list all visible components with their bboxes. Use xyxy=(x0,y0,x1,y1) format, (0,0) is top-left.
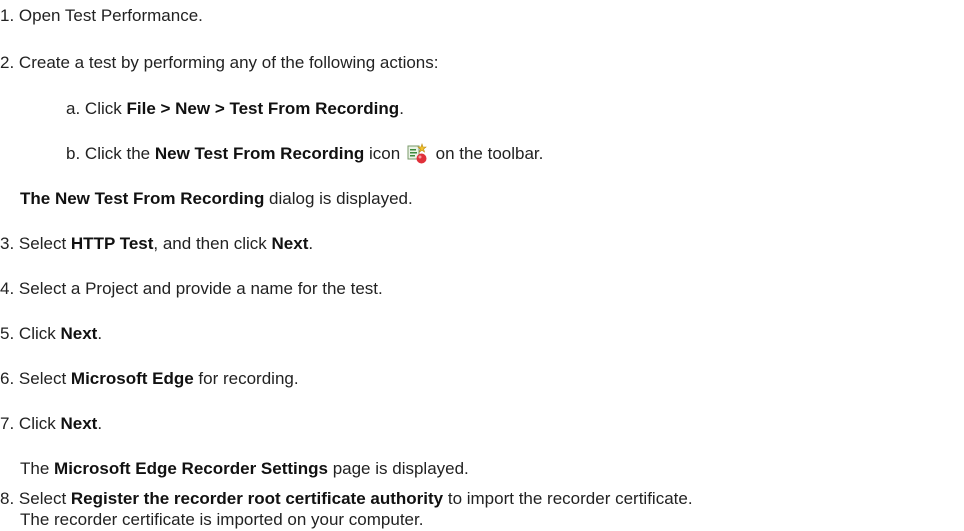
dialog-name: The New Test From Recording xyxy=(20,189,265,208)
substep-text-post: . xyxy=(399,99,404,118)
step-4: 4. Select a Project and provide a name f… xyxy=(0,278,383,300)
note-text: dialog is displayed. xyxy=(264,189,413,208)
step-7-note: The Microsoft Edge Recorder Settings pag… xyxy=(20,458,469,480)
step-text-pre: Select xyxy=(18,489,71,508)
button-name: Next xyxy=(60,324,98,343)
step-text-pre: Select xyxy=(18,369,71,388)
option-name: HTTP Test xyxy=(70,234,154,253)
menu-path: File > New > Test From Recording xyxy=(126,99,400,118)
step-text-pre: Click xyxy=(18,324,61,343)
step-text-pre: Select xyxy=(18,234,71,253)
step-5: 5. Click Next. xyxy=(0,323,102,345)
step-8-note: The recorder certificate is imported on … xyxy=(20,509,423,531)
step-2b: b. Click the New Test From Recording ico… xyxy=(66,143,543,165)
step-text: Select a Project and provide a name for … xyxy=(18,279,383,298)
step-number: 4. xyxy=(0,279,15,298)
page-name: Microsoft Edge Recorder Settings xyxy=(54,459,328,478)
new-test-from-recording-icon xyxy=(407,143,429,165)
step-text-post: . xyxy=(97,324,103,343)
step-text-post: . xyxy=(308,234,314,253)
browser-name: Microsoft Edge xyxy=(70,369,194,388)
step-number: 1. xyxy=(0,6,15,25)
substep-letter: a. xyxy=(66,99,81,118)
step-8: 8. Select Register the recorder root cer… xyxy=(0,488,693,510)
substep-text-post: on the toolbar. xyxy=(430,144,544,163)
button-name: Next xyxy=(60,414,98,433)
step-7: 7. Click Next. xyxy=(0,413,102,435)
substep-text-pre: Click xyxy=(84,99,127,118)
step-text-post: to import the recorder certificate. xyxy=(443,489,693,508)
step-text-pre: Click xyxy=(18,414,61,433)
step-6: 6. Select Microsoft Edge for recording. xyxy=(0,368,299,390)
step-text: Create a test by performing any of the f… xyxy=(18,53,439,72)
step-2: 2. Create a test by performing any of th… xyxy=(0,52,438,74)
step-number: 2. xyxy=(0,53,15,72)
toolbar-item-name: New Test From Recording xyxy=(154,144,365,163)
step-number: 7. xyxy=(0,414,15,433)
note-text-post: page is displayed. xyxy=(327,459,469,478)
step-number: 8. xyxy=(0,489,15,508)
substep-text-mid: icon xyxy=(364,144,401,163)
button-name: Next xyxy=(271,234,309,253)
note-text: The recorder certificate is imported on … xyxy=(20,510,424,529)
step-number: 6. xyxy=(0,369,15,388)
step-number: 5. xyxy=(0,324,15,343)
step-number: 3. xyxy=(0,234,15,253)
substep-text-pre: Click the xyxy=(84,144,155,163)
step-text: Open Test Performance. xyxy=(18,6,203,25)
step-2-note: The New Test From Recording dialog is di… xyxy=(20,188,413,210)
step-2a: a. Click File > New > Test From Recordin… xyxy=(66,98,404,120)
step-text-post: . xyxy=(97,414,103,433)
step-text-mid: , and then click xyxy=(153,234,272,253)
step-text-post: for recording. xyxy=(193,369,299,388)
instructions-document: 1. Open Test Performance. 2. Create a te… xyxy=(0,0,964,531)
step-1: 1. Open Test Performance. xyxy=(0,5,203,27)
option-name: Register the recorder root certificate a… xyxy=(70,489,444,508)
note-text-pre: The xyxy=(20,459,55,478)
substep-letter: b. xyxy=(66,144,81,163)
step-3: 3. Select HTTP Test, and then click Next… xyxy=(0,233,313,255)
